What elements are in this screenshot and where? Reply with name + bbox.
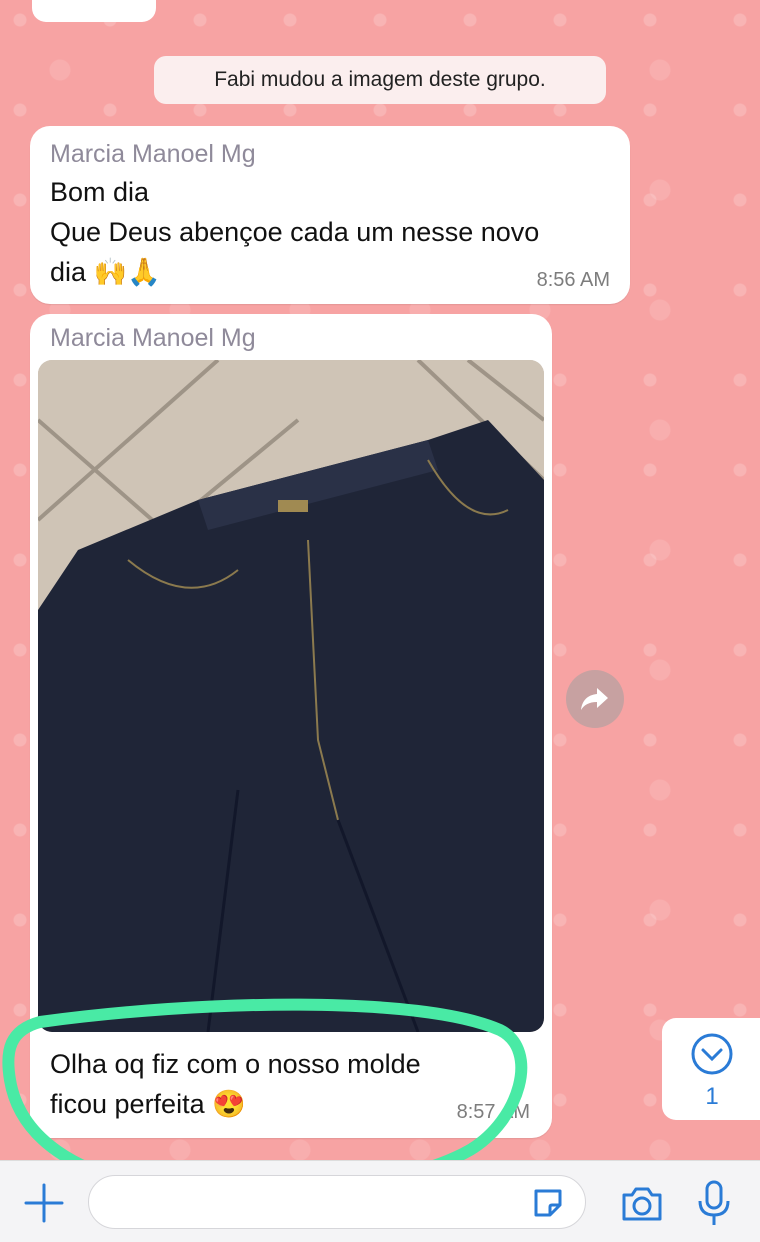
- system-message: Fabi mudou a imagem deste grupo.: [154, 56, 606, 104]
- forward-button[interactable]: [566, 670, 624, 728]
- image-caption: Olha oq fiz com o nosso molde ficou perf…: [50, 1049, 421, 1119]
- unread-count: 1: [705, 1083, 719, 1110]
- composer-bar: [0, 1160, 760, 1242]
- message-sender[interactable]: Marcia Manoel Mg: [50, 324, 256, 353]
- message-time: 8:56 AM: [536, 269, 610, 291]
- previous-message-bubble[interactable]: [32, 0, 156, 22]
- jeans-photo[interactable]: [38, 360, 544, 1032]
- plus-icon[interactable]: [22, 1181, 66, 1225]
- message-text: Bom dia Que Deus abençoe cada um nesse n…: [50, 177, 540, 287]
- sticker-icon[interactable]: [530, 1185, 566, 1221]
- message-time: 8:57 AM: [456, 1101, 530, 1123]
- microphone-icon[interactable]: [694, 1179, 734, 1227]
- scroll-to-bottom-button[interactable]: 1: [662, 1018, 760, 1120]
- image-message-bubble[interactable]: Marcia Manoel Mg Olha oq fiz com o nosso…: [30, 314, 552, 1138]
- message-bubble[interactable]: Marcia Manoel Mg Bom dia Que Deus abenço…: [30, 126, 630, 304]
- forward-icon: [581, 688, 608, 710]
- camera-icon[interactable]: [620, 1183, 664, 1223]
- chevron-down-icon: [691, 1033, 733, 1075]
- message-input[interactable]: [88, 1175, 586, 1229]
- message-sender[interactable]: Marcia Manoel Mg: [50, 140, 256, 169]
